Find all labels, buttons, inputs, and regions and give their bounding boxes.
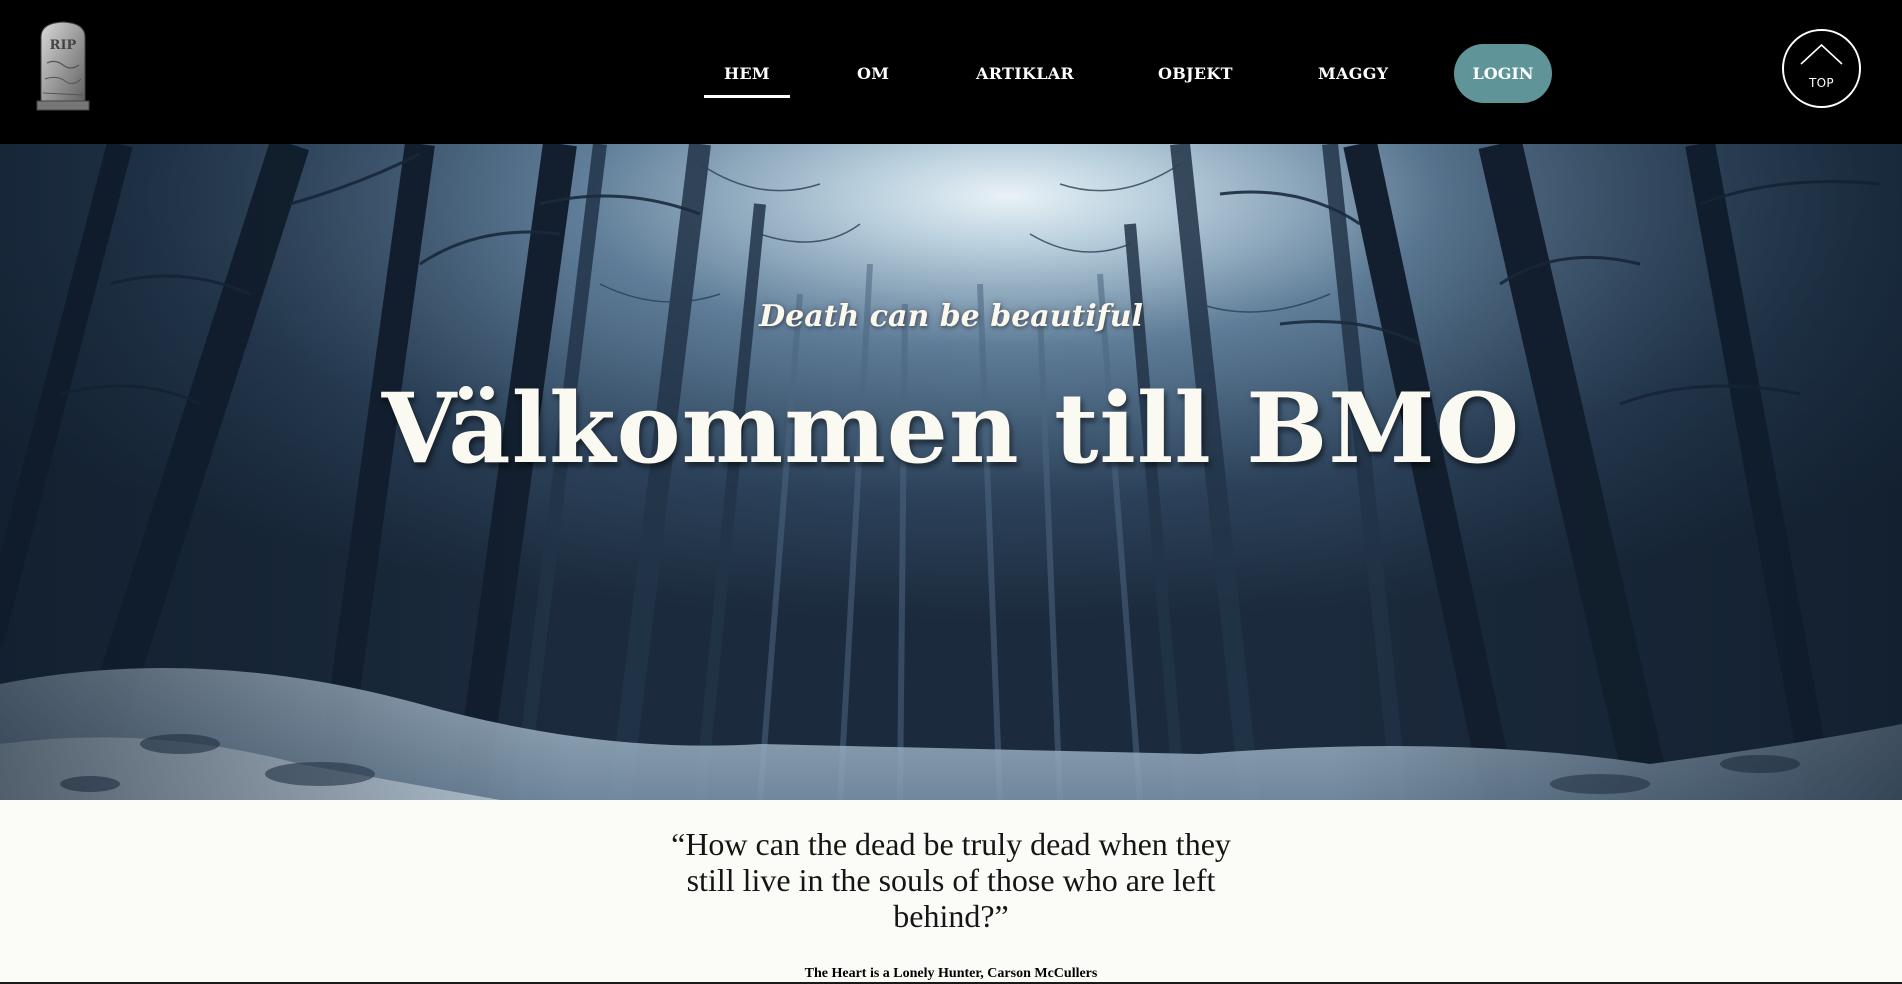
nav-item-artiklar[interactable]: ARTIKLAR [976, 62, 1074, 86]
main-nav: HEM OM ARTIKLAR OBJEKT MAGGY [0, 0, 1902, 144]
nav-item-hem[interactable]: HEM [704, 62, 790, 98]
hero-tagline: Death can be beautiful [759, 299, 1143, 334]
quote-text: “How can the dead be truly dead when the… [671, 826, 1231, 934]
login-button[interactable]: LOGIN [1454, 44, 1552, 103]
quote-section: “How can the dead be truly dead when the… [0, 800, 1902, 984]
site-header: RIP HEM OM ARTIKLAR OBJEKT MAGGY LOGIN T… [0, 0, 1902, 144]
chevron-up-icon [1800, 43, 1843, 65]
top-label: TOP [1809, 76, 1834, 90]
nav-item-om[interactable]: OM [857, 62, 889, 86]
hero-title: Välkommen till BMO [381, 372, 1521, 485]
back-to-top-button[interactable]: TOP [1782, 29, 1861, 108]
nav-item-objekt[interactable]: OBJEKT [1158, 62, 1233, 86]
nav-item-maggy[interactable]: MAGGY [1318, 62, 1388, 86]
hero-banner: Death can be beautiful Välkommen till BM… [0, 144, 1902, 800]
quote-source: The Heart is a Lonely Hunter, Carson McC… [804, 966, 1098, 981]
